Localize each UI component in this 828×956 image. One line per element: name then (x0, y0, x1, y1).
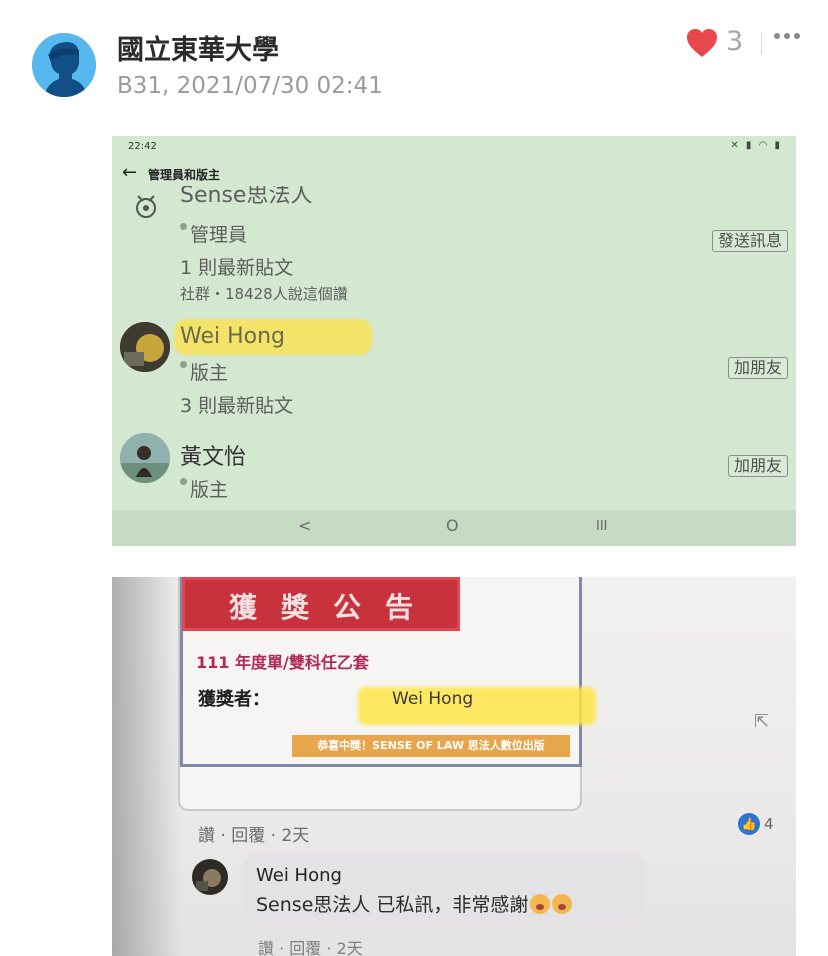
winner-label: 獲獎者： (198, 689, 270, 710)
page-logo-icon (136, 195, 156, 218)
page-name: Sense思法人 (180, 186, 313, 208)
member1-avatar (120, 322, 170, 372)
android-nav-bar: < O III (112, 510, 796, 546)
role-badge-icon (180, 478, 187, 485)
header-divider (761, 32, 762, 54)
status-bar-icons: ✕ ▮ ◠ ▮ (730, 140, 782, 151)
member1-role: 版主 (190, 362, 229, 384)
role-badge-icon (180, 361, 187, 368)
back-arrow-icon: ← (122, 162, 138, 183)
award-year: 111 年度單/雙科任乙套 (196, 653, 369, 672)
member1-role-line: 版主 (180, 358, 228, 385)
like-badge-count: 4 (764, 815, 774, 833)
comment-text-line: Sense思法人 已私訊，非常感謝 (256, 890, 573, 917)
toolbar-title: 管理員和版主 (148, 168, 221, 182)
page-posts: 1 則最新貼文 (180, 257, 294, 279)
congrats-strip: 恭喜中獎！SENSE OF LAW 思法人數位出版 (292, 735, 570, 757)
comment-text: Sense思法人 已私訊，非常感謝 (256, 894, 529, 916)
member1-photo-icon (120, 322, 170, 372)
post-meta: B31, 2021/07/30 02:41 (117, 73, 383, 99)
page-role-line: 管理員 (180, 220, 247, 247)
author-avatar[interactable] (32, 33, 96, 97)
add-friend-button[interactable]: 加朋友 (727, 357, 788, 379)
winner-name: Wei Hong (392, 689, 474, 709)
comment-author: Wei Hong (256, 865, 342, 886)
page-role: 管理員 (190, 224, 248, 246)
nav-back-icon: < (298, 516, 312, 535)
role-badge-icon (180, 223, 187, 230)
like-button[interactable] (686, 28, 718, 58)
member1-posts: 3 則最新貼文 (180, 395, 294, 417)
mouse-cursor-icon: ⇱ (754, 711, 770, 732)
photo-shadow (112, 577, 182, 956)
send-message-button[interactable]: 發送訊息 (711, 230, 788, 252)
member1-name: Wei Hong (180, 324, 286, 349)
member2-role-line: 版主 (180, 475, 228, 502)
nav-home-icon: O (446, 516, 459, 535)
commenter-photo-icon (192, 859, 228, 895)
author-name[interactable]: 國立東華大學 (117, 28, 279, 67)
member2-photo-icon (120, 433, 170, 483)
crying-face-icon (530, 894, 551, 914)
award-banner-text: 獲獎公告 (228, 591, 437, 624)
member2-name: 黃文怡 (180, 445, 247, 470)
reply-actions: 讚 · 回覆 · 2天 (258, 939, 363, 956)
attached-image-award-notice[interactable]: 獲獎公告 111 年度單/雙科任乙套 獲獎者： Wei Hong 恭喜中獎！SE… (112, 577, 796, 956)
status-bar-time: 22:42 (128, 141, 157, 152)
attached-image-admin-list[interactable]: 22:42 ✕ ▮ ◠ ▮ ← 管理員和版主 Sense思法人 管理員 發送訊息… (112, 136, 796, 546)
member2-avatar (120, 433, 170, 483)
page-likes: 社群・18428人說這個讚 (180, 285, 348, 303)
comment-actions: 讚 · 回覆 · 2天 (198, 826, 310, 846)
crying-face-icon (552, 894, 573, 914)
thumbs-up-icon: 👍 (738, 813, 760, 835)
more-dot-icon (794, 33, 800, 39)
user-silhouette-icon (32, 33, 96, 97)
heart-icon (687, 29, 717, 57)
member2-role: 版主 (190, 479, 229, 501)
more-dot-icon (774, 33, 780, 39)
more-dot-icon (784, 33, 790, 39)
add-friend-button-2[interactable]: 加朋友 (727, 455, 788, 477)
nav-recent-icon: III (596, 519, 608, 534)
like-badge: 👍 4 (738, 813, 774, 835)
comment-avatar (192, 859, 228, 895)
more-options-button[interactable] (774, 33, 800, 39)
award-banner: 獲獎公告 (182, 577, 460, 631)
like-count: 3 (726, 26, 744, 57)
